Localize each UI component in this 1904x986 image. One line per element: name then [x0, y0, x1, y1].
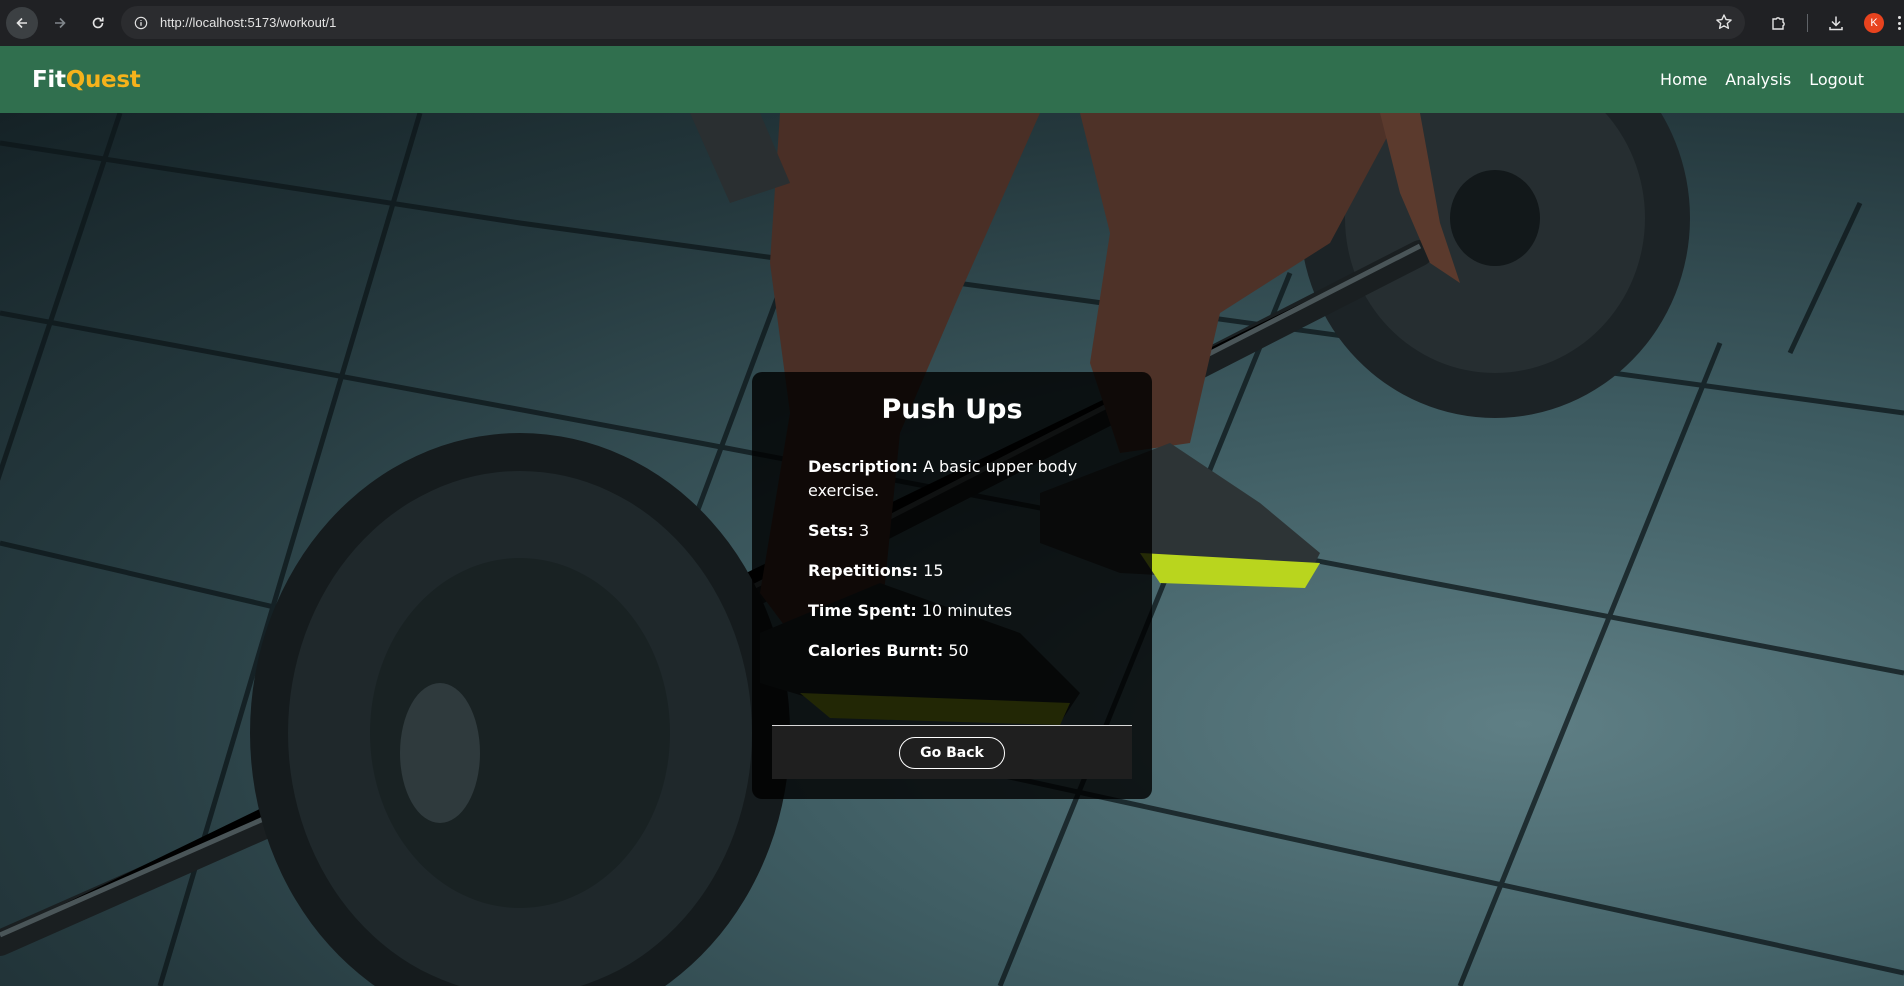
reload-button[interactable] — [82, 7, 114, 39]
downloads-button[interactable] — [1822, 9, 1850, 37]
toolbar-separator — [1807, 14, 1808, 32]
repetitions-label: Repetitions: — [808, 561, 919, 580]
nav-analysis-link[interactable]: Analysis — [1725, 70, 1791, 89]
sets-value: 3 — [859, 521, 870, 540]
nav-logout-link[interactable]: Logout — [1809, 70, 1864, 89]
workout-title: Push Ups — [881, 394, 1023, 425]
profile-avatar[interactable]: K — [1864, 13, 1884, 33]
time-spent-label: Time Spent: — [808, 601, 917, 620]
logo-quest-text: Quest — [65, 66, 141, 93]
logo-fit-text: Fit — [32, 66, 66, 93]
reload-icon — [92, 17, 104, 29]
url-text: http://localhost:5173/workout/1 — [160, 15, 337, 30]
extensions-button[interactable] — [1765, 9, 1793, 37]
browser-toolbar: http://localhost:5173/workout/1 K — [0, 0, 1904, 46]
menu-icon[interactable] — [1896, 14, 1902, 32]
repetitions-field: Repetitions: 15 — [808, 559, 1117, 583]
calories-label: Calories Burnt: — [808, 641, 944, 660]
back-button[interactable] — [6, 7, 38, 39]
time-spent-field: Time Spent: 10 minutes — [808, 599, 1117, 623]
nav-home-link[interactable]: Home — [1660, 70, 1707, 89]
forward-arrow-icon — [55, 17, 66, 29]
calories-value: 50 — [948, 641, 969, 660]
workout-detail-card: Push Ups Description: A basic upper body… — [752, 372, 1152, 799]
address-bar[interactable]: http://localhost:5173/workout/1 — [121, 6, 1745, 39]
extensions-icon — [1772, 17, 1785, 30]
forward-button[interactable] — [44, 7, 76, 39]
sets-label: Sets: — [808, 521, 854, 540]
back-arrow-icon — [16, 17, 27, 29]
app-header: FitQuest Home Analysis Logout — [0, 46, 1904, 113]
download-icon — [1829, 16, 1843, 31]
fitquest-logo[interactable]: FitQuest — [32, 66, 141, 93]
sets-field: Sets: 3 — [808, 519, 1117, 543]
main-nav: Home Analysis Logout — [1660, 70, 1864, 89]
site-info-icon[interactable] — [130, 12, 152, 34]
star-icon[interactable] — [1715, 13, 1733, 31]
calories-field: Calories Burnt: 50 — [808, 639, 1117, 663]
time-spent-value: 10 minutes — [921, 601, 1013, 620]
card-footer: Go Back — [772, 725, 1132, 779]
repetitions-value: 15 — [923, 561, 944, 580]
description-label: Description: — [808, 457, 918, 476]
description-field: Description: A basic upper body exercise… — [808, 455, 1117, 503]
go-back-button[interactable]: Go Back — [899, 736, 1005, 769]
